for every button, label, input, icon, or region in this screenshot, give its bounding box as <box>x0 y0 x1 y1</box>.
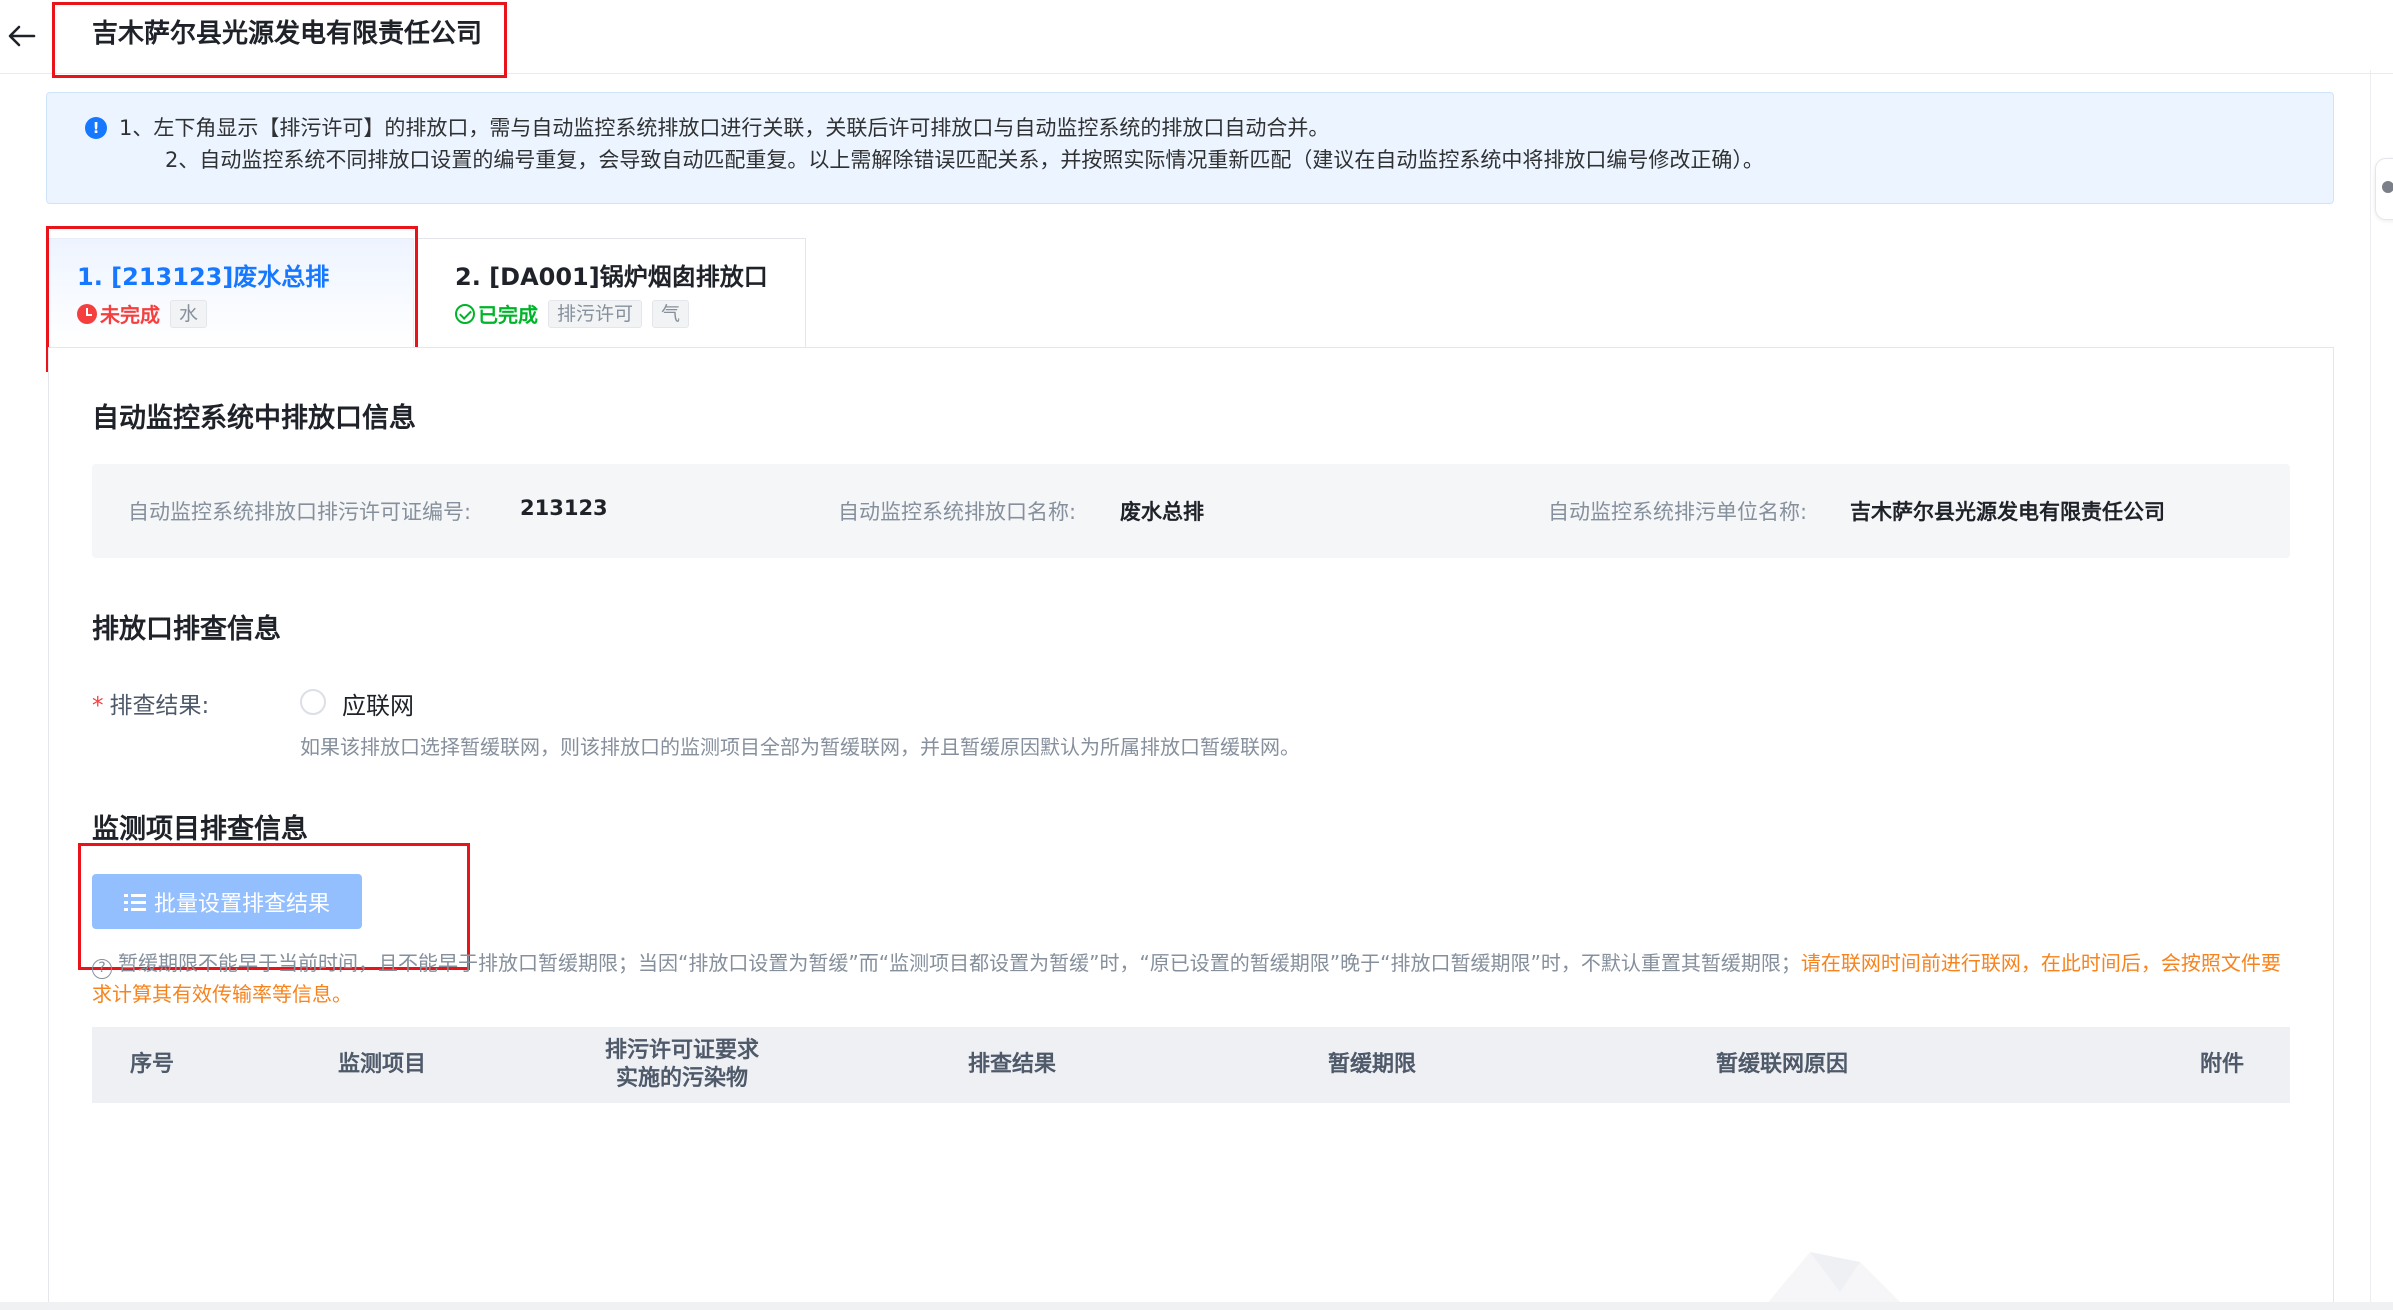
bottom-edge <box>0 1302 2393 1310</box>
clock-icon <box>77 303 97 324</box>
permit-no-label: 自动监控系统排放口排污许可证编号: <box>128 500 472 524</box>
notice-banner: ! 1、左下角显示【排污许可】的排放口，需与自动监控系统排放口进行关联，关联后许… <box>46 92 2334 204</box>
result-label-text: 排查结果: <box>109 693 210 719</box>
outlet-name-label: 自动监控系统排放口名称: <box>838 500 1077 524</box>
section-title-monitor-items: 监测项目排查信息 <box>92 814 308 845</box>
outlet-name-value: 废水总排 <box>1120 500 1204 524</box>
column-header: 序号 <box>129 1052 174 1077</box>
notice-line-1: 1、左下角显示【排污许可】的排放口，需与自动监控系统排放口进行关联，关联后许可排… <box>119 116 1330 140</box>
auto-monitor-info: 自动监控系统排放口排污许可证编号: 213123 自动监控系统排放口名称: 废水… <box>92 464 2290 558</box>
section-title-outlet-check: 排放口排查信息 <box>92 614 281 645</box>
column-header: 暂缓联网原因 <box>1715 1052 1848 1077</box>
tag-water: 水 <box>170 299 208 328</box>
column-header: 暂缓期限 <box>1327 1052 1416 1077</box>
section-title-auto-monitor: 自动监控系统中排放口信息 <box>92 403 416 434</box>
check-circle-icon <box>455 303 475 324</box>
permit-no-value: 213123 <box>520 496 608 520</box>
page-scrollbar-track[interactable] <box>2370 70 2371 1310</box>
tag-permit: 排污许可 <box>548 299 643 328</box>
table-header: 序号 监测项目 排污许可证要求 实施的污染物 排查结果 暂缓期限 暂缓联网原因 … <box>92 1027 2290 1103</box>
decorative-shape <box>1761 1252 1908 1310</box>
radio-label-should-network[interactable]: 应联网 <box>342 686 414 721</box>
notice-line-2: 2、自动监控系统不同排放口设置的编号重复，会导致自动匹配重复。以上需解除错误匹配… <box>165 148 1764 172</box>
tab-outlet-1[interactable]: 1. [213123]废水总排 未完成 水 <box>48 238 414 348</box>
outlet-check-hint: 如果该排放口选择暂缓联网，则该排放口的监测项目全部为暂缓联网，并且暂缓原因默认为… <box>300 735 1300 759</box>
status-badge: 未完成 <box>100 303 160 327</box>
unit-name-label: 自动监控系统排污单位名称: <box>1548 500 1808 524</box>
column-header: 排污许可证要求 实施的污染物 <box>604 1038 759 1091</box>
list-icon <box>123 893 146 911</box>
side-drawer-handle[interactable] <box>2375 158 2393 220</box>
question-icon: ? <box>92 959 112 979</box>
tab-title: 2. [DA001]锅炉烟囱排放口 <box>455 263 768 291</box>
info-icon: ! <box>85 117 107 139</box>
status-badge: 已完成 <box>478 303 538 327</box>
monitor-items-tip: ? 暂缓期限不能早于当前时间，且不能早于排放口暂缓期限；当因“排放口设置为暂缓”而… <box>92 948 2292 1010</box>
column-header: 排查结果 <box>967 1052 1056 1077</box>
page-title: 吉木萨尔县光源发电有限责任公司 <box>92 19 483 49</box>
tab-status: 未完成 水 <box>77 299 208 328</box>
radio-should-network[interactable] <box>300 689 326 715</box>
batch-button-label: 批量设置排查结果 <box>153 891 330 917</box>
page-header: 吉木萨尔县光源发电有限责任公司 <box>0 0 2393 74</box>
tag-gas: 气 <box>652 299 690 328</box>
tab-outlet-2[interactable]: 2. [DA001]锅炉烟囱排放口 已完成 排污许可 气 <box>416 238 806 348</box>
header-divider <box>52 10 53 64</box>
back-arrow-icon[interactable] <box>4 18 40 54</box>
result-label: * 排查结果: <box>92 686 209 720</box>
tab-status: 已完成 排污许可 气 <box>455 299 690 328</box>
column-header: 附件 <box>2199 1052 2244 1077</box>
batch-set-result-button[interactable]: 批量设置排查结果 <box>92 874 362 929</box>
required-mark: * <box>92 693 104 719</box>
column-header: 监测项目 <box>337 1052 426 1077</box>
unit-name-value: 吉木萨尔县光源发电有限责任公司 <box>1850 500 2165 524</box>
tab-title: 1. [213123]废水总排 <box>77 263 330 291</box>
tip-text: 暂缓期限不能早于当前时间，且不能早于排放口暂缓期限；当因“排放口设置为暂缓”而“… <box>118 951 1801 975</box>
